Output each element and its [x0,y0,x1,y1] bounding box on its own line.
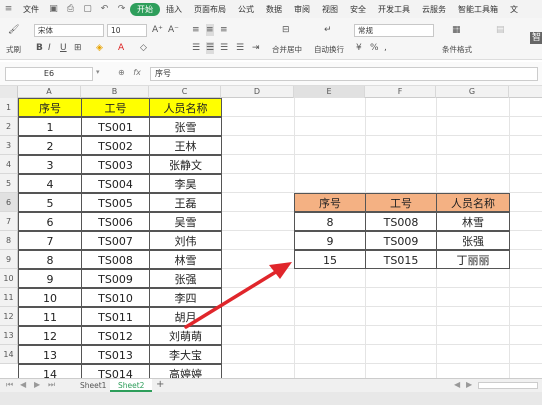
table-style-icon[interactable]: ▤ [496,24,505,36]
menu-file[interactable]: 文件 [17,4,45,15]
formula-input[interactable]: 序号 [150,67,538,81]
conditional-format-icon[interactable]: ▦ [452,24,461,36]
tab-review[interactable]: 审阅 [288,4,316,15]
ribbon: 🖌 式刷 宋体 10 A⁺ A⁻ B I U ⊞ ◈ A ◇ ≡ ≡ ≡ ☰ ☰… [0,18,542,60]
scroll-left-icon[interactable]: ◀ [454,380,460,389]
tab-data[interactable]: 数据 [260,4,288,15]
align-middle-icon[interactable]: ≡ [206,24,214,36]
font-name-select[interactable]: 宋体 [34,24,104,37]
underline-icon[interactable]: U [60,42,67,54]
arrow-head [269,262,292,279]
font-grow-icon[interactable]: A⁺ [152,24,163,36]
arrow-annotation [184,262,292,329]
tab-view[interactable]: 视图 [316,4,344,15]
tab-security[interactable]: 安全 [344,4,372,15]
wrap-text-icon[interactable]: ↵ [324,24,332,36]
border-icon[interactable]: ⊞ [74,42,82,54]
format-painter-label[interactable]: 式刷 [6,44,21,55]
smart-button[interactable]: 智 [530,32,542,44]
redo-icon[interactable]: ↷ [116,4,127,15]
percent-icon[interactable]: % [370,42,379,54]
tab-page-layout[interactable]: 页面布局 [188,4,232,15]
next-sheet-icon[interactable]: ▶ [34,380,40,389]
font-color-icon[interactable]: A [118,42,124,54]
justify-icon[interactable]: ☰ [236,42,244,54]
align-right-icon[interactable]: ☰ [220,42,228,54]
prev-sheet-icon[interactable]: ◀ [20,380,26,389]
save-icon[interactable]: ▣ [48,4,59,15]
sheet-tab-bar: ⏮ ◀ ▶ ⏭ Sheet1 Sheet2 + ◀ ▶ [0,378,542,392]
currency-icon[interactable]: ¥ [356,42,362,54]
italic-icon[interactable]: I [48,42,51,54]
arrow-shaft [184,268,281,329]
indent-icon[interactable]: ⇥ [252,42,260,54]
merge-center-label[interactable]: 合并居中 [272,44,302,55]
scroll-right-icon[interactable]: ▶ [466,380,472,389]
conditional-format-label[interactable]: 条件格式 [442,44,472,55]
thousands-icon[interactable]: , [384,42,387,54]
tab-smart-tools[interactable]: 智能工具箱 [452,4,504,15]
number-format-select[interactable]: 常规 [354,24,434,37]
tab-insert[interactable]: 插入 [160,4,188,15]
align-center-icon[interactable]: ☰ [206,42,215,54]
undo-icon[interactable]: ↶ [99,4,110,15]
align-bottom-icon[interactable]: ≡ [220,24,228,36]
fx-icon[interactable]: fx [133,68,141,77]
horizontal-scrollbar[interactable] [478,382,538,389]
hamburger-icon[interactable]: ≡ [3,4,14,15]
print-icon[interactable]: ⎙ [65,4,76,15]
tab-home[interactable]: 开始 [130,2,160,16]
bold-icon[interactable]: B [36,42,43,54]
font-shrink-icon[interactable]: A⁻ [168,24,179,36]
font-size-select[interactable]: 10 [107,24,147,37]
wrap-text-label[interactable]: 自动换行 [314,44,344,55]
name-box-dropdown-icon[interactable]: ▾ [96,68,100,76]
tab-more[interactable]: 文 [504,4,524,15]
spreadsheet-grid[interactable]: A B C D E F G 1 2 3 4 5 6 7 8 9 10 11 12 13 14 序号 工号 人员… [0,86,542,378]
align-top-icon[interactable]: ≡ [192,24,200,36]
tab-formulas[interactable]: 公式 [232,4,260,15]
status-bar [0,392,542,405]
tab-developer[interactable]: 开发工具 [372,4,416,15]
zoom-icon[interactable]: ⊕ [118,68,125,77]
tab-cloud[interactable]: 云服务 [416,4,452,15]
formula-bar: E6 ▾ ⊕ fx 序号 [0,62,542,86]
merge-center-icon[interactable]: ⊟ [282,24,290,36]
first-sheet-icon[interactable]: ⏮ [6,380,13,390]
sheet-tab-2[interactable]: Sheet2 [110,379,153,392]
fx-area: ⊕ fx [118,68,141,77]
align-left-icon[interactable]: ☰ [192,42,200,54]
fill-color-icon[interactable]: ◈ [96,42,103,54]
name-box[interactable]: E6 [5,67,93,81]
preview-icon[interactable]: ▢ [82,4,93,15]
format-painter-icon[interactable]: 🖌 [8,24,19,36]
sheet-tab-1[interactable]: Sheet1 [72,379,114,392]
last-sheet-icon[interactable]: ⏭ [48,380,55,390]
menu-bar: ≡ 文件 ▣ ⎙ ▢ ↶ ↷ 开始 插入 页面布局 公式 数据 审阅 视图 安全… [0,0,542,18]
add-sheet-icon[interactable]: + [156,379,164,390]
clear-icon[interactable]: ◇ [140,42,147,54]
